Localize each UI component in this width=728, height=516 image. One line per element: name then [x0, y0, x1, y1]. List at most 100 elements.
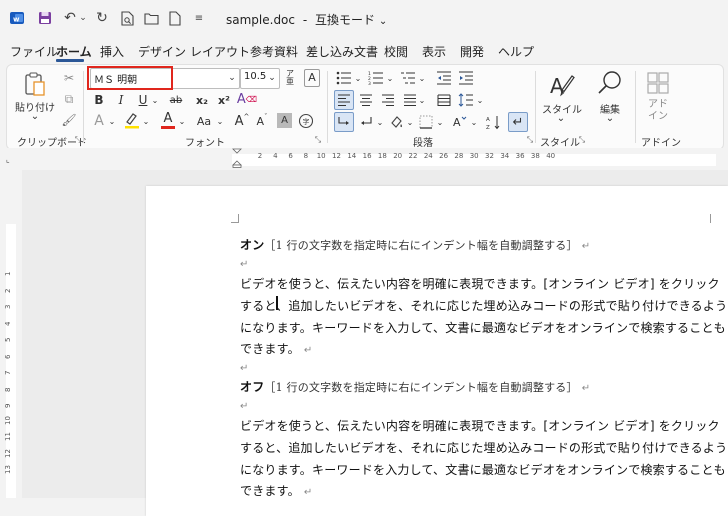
highlight-dropdown-icon[interactable]: ⌄ — [141, 112, 151, 130]
crop-mark — [710, 214, 711, 223]
highlight-color-icon[interactable] — [123, 110, 141, 130]
italic-button[interactable]: I — [113, 91, 129, 109]
save-icon[interactable] — [36, 9, 54, 27]
paste-icon[interactable] — [21, 71, 49, 97]
shrink-font-icon[interactable]: Aˇ — [253, 112, 271, 130]
clear-formatting-icon[interactable]: A ⌫ — [237, 89, 257, 109]
format-painter-icon[interactable]: 🖌 — [61, 112, 77, 128]
phonetic-guide-icon[interactable]: ア亜 — [283, 69, 297, 87]
font-name-value[interactable]: ＭＳ 明朝 — [94, 71, 137, 86]
addins-icon[interactable] — [643, 69, 673, 97]
font-launcher-icon[interactable]: ⤡ — [313, 135, 323, 145]
open-folder-icon[interactable] — [142, 9, 160, 27]
tab-file[interactable]: ファイル — [10, 43, 58, 60]
tab-help[interactable]: ヘルプ — [498, 43, 534, 60]
para-off-heading[interactable]: オフ［1 行の文字数を指定時に右にインデント幅を自動調整する］ ↵ — [240, 378, 590, 395]
multilevel-list-icon[interactable] — [399, 69, 417, 87]
paste-dropdown-icon[interactable]: ⌄ — [27, 111, 43, 122]
tab-references[interactable]: 参考資料 — [250, 43, 298, 60]
tab-insert[interactable]: 挿入 — [100, 43, 124, 60]
superscript-button[interactable]: x² — [215, 91, 233, 109]
font-size-value[interactable]: 10.5 — [244, 71, 266, 82]
tab-view[interactable]: 表示 — [422, 43, 446, 60]
shading-icon[interactable] — [387, 113, 405, 131]
multilevel-dropdown-icon[interactable]: ⌄ — [417, 69, 427, 87]
tab-developer[interactable]: 開発 — [460, 43, 484, 60]
customize-toolbar-icon[interactable]: ≡ — [192, 9, 206, 27]
bullets-icon[interactable] — [335, 69, 353, 87]
asian-layout-dropdown-icon[interactable]: ⌄ — [469, 113, 479, 131]
underline-dropdown-icon[interactable]: ⌄ — [150, 91, 160, 109]
tab-review[interactable]: 校閲 — [384, 43, 408, 60]
tab-home[interactable]: ホーム — [56, 43, 92, 60]
right-to-left-icon[interactable] — [357, 113, 375, 131]
styles-launcher-icon[interactable]: ⤡ — [577, 135, 587, 145]
ruler-number: 12 — [332, 152, 341, 160]
shading-dropdown-icon[interactable]: ⌄ — [405, 113, 415, 131]
empty-paragraph[interactable]: ↵ — [240, 360, 249, 374]
body1-line3[interactable]: になります。キーワードを入力して、文書に最適なビデオをオンラインで検索することも — [240, 319, 726, 336]
font-name-dropdown-icon[interactable]: ⌄ — [226, 71, 238, 85]
body2-line2[interactable]: すると、追加したいビデオを、それに応じた埋め込みコードの形式で貼り付けできるよう — [240, 439, 727, 456]
align-right-icon[interactable] — [379, 91, 397, 109]
empty-paragraph[interactable]: ↵ — [240, 256, 249, 270]
underline-button[interactable]: U — [135, 91, 151, 109]
undo-dropdown-icon[interactable]: ⌄ — [78, 9, 88, 27]
body1-line1[interactable]: ビデオを使うと、伝えたい内容を明確に表現できます。[オンライン ビデオ] をクリ… — [240, 275, 720, 292]
char-shading-icon[interactable]: A — [277, 113, 292, 128]
editing-icon[interactable] — [595, 69, 625, 97]
body2-line4[interactable]: できます。 ↵ — [240, 482, 312, 499]
body1-line2[interactable]: すると、追加したいビデオを、それに応じた埋め込みコードの形式で貼り付けできるよう — [240, 297, 727, 314]
paragraph-group-label: 段落 — [413, 138, 433, 149]
clipboard-launcher-icon[interactable]: ⤡ — [73, 135, 83, 145]
subscript-button[interactable]: x₂ — [193, 91, 211, 109]
numbering-dropdown-icon[interactable]: ⌄ — [385, 69, 395, 87]
bold-button[interactable]: B — [91, 91, 107, 109]
tab-design[interactable]: デザイン — [138, 43, 186, 60]
change-case-button[interactable]: Aa — [193, 112, 215, 130]
body2-line1[interactable]: ビデオを使うと、伝えたい内容を明確に表現できます。[オンライン ビデオ] をクリ… — [240, 417, 720, 434]
paragraph-launcher-icon[interactable]: ⤡ — [525, 135, 535, 145]
editing-dropdown-icon[interactable]: ⌄ — [602, 113, 618, 124]
change-case-dropdown-icon[interactable]: ⌄ — [215, 112, 225, 130]
numbering-icon[interactable]: 123 — [367, 69, 385, 87]
new-document-icon[interactable] — [166, 9, 184, 27]
strikethrough-button[interactable]: ab — [167, 91, 185, 109]
copy-icon[interactable]: ⧉ — [61, 91, 77, 107]
text-effects-icon[interactable]: A — [91, 112, 107, 130]
ruler-number: 28 — [454, 152, 464, 160]
ruler-number: 20 — [393, 152, 403, 160]
print-preview-icon[interactable] — [118, 9, 136, 27]
undo-icon[interactable]: ↶ — [62, 9, 78, 27]
text-effects-dropdown-icon[interactable]: ⌄ — [107, 112, 117, 130]
sort-icon[interactable]: AZ — [485, 113, 503, 131]
font-color-dropdown-icon[interactable]: ⌄ — [177, 112, 187, 130]
distributed-icon[interactable] — [435, 91, 453, 109]
addins-label[interactable]: アド イン — [641, 99, 675, 123]
decrease-indent-icon[interactable] — [435, 69, 453, 87]
bullets-dropdown-icon[interactable]: ⌄ — [353, 69, 363, 87]
font-color-icon[interactable]: A — [159, 110, 177, 130]
direction-dropdown-icon[interactable]: ⌄ — [375, 113, 385, 131]
tab-layout[interactable]: レイアウト — [190, 43, 250, 60]
body2-line3[interactable]: になります。キーワードを入力して、文書に最適なビデオをオンラインで検索することも — [240, 461, 726, 478]
increase-indent-icon[interactable] — [457, 69, 475, 87]
para-on-heading[interactable]: オン［1 行の文字数を指定時に右にインデント幅を自動調整する］ ↵ — [240, 236, 590, 253]
enclose-characters-icon[interactable]: 字 — [297, 112, 315, 130]
redo-icon[interactable]: ↻ — [94, 9, 110, 27]
body1-line4[interactable]: できます。 ↵ — [240, 340, 312, 357]
styles-icon[interactable]: A — [545, 71, 579, 101]
grow-font-icon[interactable]: A ^ — [233, 112, 251, 130]
line-spacing-dropdown-icon[interactable]: ⌄ — [475, 91, 485, 109]
font-size-dropdown-icon[interactable]: ⌄ — [266, 71, 278, 85]
borders-dropdown-icon[interactable]: ⌄ — [435, 113, 445, 131]
tab-mailings[interactable]: 差し込み文書 — [306, 43, 378, 60]
empty-paragraph[interactable]: ↵ — [240, 398, 249, 412]
styles-dropdown-icon[interactable]: ⌄ — [553, 113, 569, 124]
asian-layout-icon[interactable]: A — [451, 113, 469, 131]
align-center-icon[interactable] — [357, 91, 375, 109]
justify-dropdown-icon[interactable]: ⌄ — [417, 91, 427, 109]
line-spacing-icon[interactable] — [457, 91, 475, 109]
cut-icon[interactable]: ✂ — [61, 70, 77, 86]
borders-icon[interactable] — [417, 113, 435, 131]
